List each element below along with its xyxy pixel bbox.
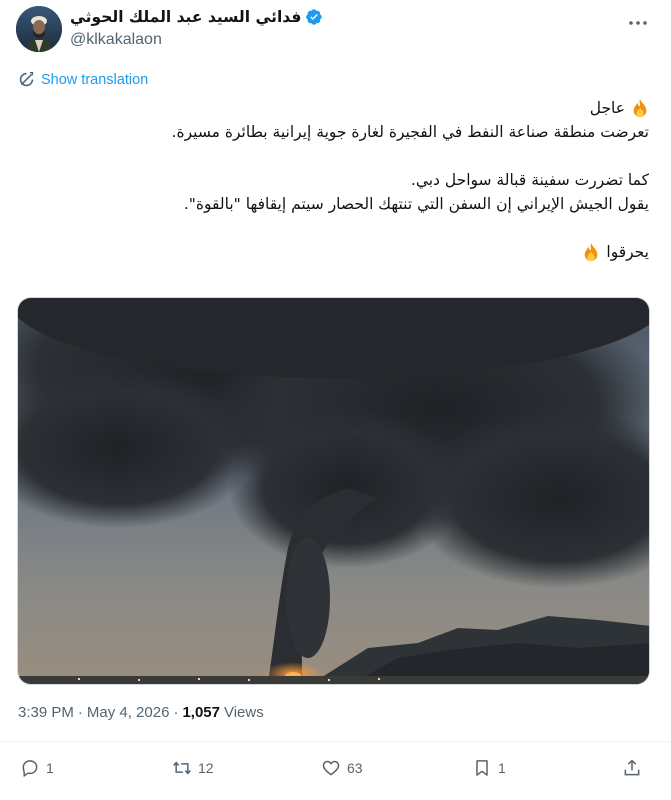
line-break [19, 216, 649, 240]
repost-button[interactable]: 12 [172, 758, 214, 778]
translate-icon [19, 72, 34, 87]
author-handle[interactable]: @klkakalaon [70, 31, 323, 49]
meta-separator: · [173, 704, 179, 721]
smoke-plume-photo [18, 298, 649, 684]
more-options-button[interactable] [627, 12, 649, 34]
show-translation-label: Show translation [41, 71, 149, 88]
repost-icon [173, 761, 191, 775]
views-label: Views [223, 704, 264, 721]
share-button[interactable] [622, 758, 642, 778]
meta-separator: · [77, 704, 83, 721]
tweet-line-burn: يحرقوا [19, 240, 649, 264]
tweet-line-3: كما تضررت سفينة قبالة سواحل دبي. [410, 171, 649, 189]
reply-icon [22, 760, 38, 777]
reply-button[interactable]: 1 [20, 758, 54, 778]
actions-divider [0, 741, 671, 742]
bookmark-button[interactable]: 1 [472, 758, 506, 778]
share-icon [624, 759, 640, 776]
views-count: 1,057 [182, 704, 220, 721]
tweet-line-4: يقول الجيش الإيراني إن السفن التي تنتهك … [183, 195, 649, 213]
bookmark-icon [476, 760, 488, 776]
fire-emoji-icon [585, 243, 598, 261]
reply-count: 1 [46, 760, 54, 776]
like-count: 63 [347, 760, 363, 776]
verified-badge-icon [306, 9, 323, 25]
display-name-row: فدائي السيد عبد الملك الحوثي [70, 6, 323, 28]
action-bar: 1 12 63 1 [0, 758, 671, 786]
tweet-text: عاجل تعرضت منطقة صناعة النفط في الفجيرة … [19, 96, 649, 264]
tweet-line-5: يحرقوا [606, 243, 649, 261]
author-block: فدائي السيد عبد الملك الحوثي @klkakalaon [70, 6, 323, 49]
tweet-meta: 3:39 PM · May 4, 2026 · 1,057 Views [18, 704, 264, 721]
tweet-date[interactable]: May 4, 2026 [87, 704, 170, 721]
tweet-line: تعرضت منطقة صناعة النفط في الفجيرة لغارة… [19, 120, 649, 144]
tweet-line: كما تضررت سفينة قبالة سواحل دبي. [19, 168, 649, 192]
heart-icon [322, 760, 340, 776]
tweet-card: فدائي السيد عبد الملك الحوثي @klkakalaon… [0, 0, 671, 800]
show-translation-link[interactable]: Show translation [18, 71, 148, 88]
author-avatar[interactable] [16, 6, 62, 52]
like-button[interactable]: 63 [321, 758, 363, 778]
tweet-line: يقول الجيش الإيراني إن السفن التي تنتهك … [19, 192, 649, 216]
tweet-time[interactable]: 3:39 PM [18, 704, 74, 721]
repost-count: 12 [198, 760, 214, 776]
fire-emoji-icon [633, 99, 647, 117]
author-display-name[interactable]: فدائي السيد عبد الملك الحوثي [70, 8, 301, 26]
line-break [19, 144, 649, 168]
bookmark-count: 1 [498, 760, 506, 776]
more-icon [629, 21, 647, 25]
tweet-line-2: تعرضت منطقة صناعة النفط في الفجيرة لغارة… [171, 123, 649, 141]
tweet-media-photo[interactable] [17, 297, 650, 685]
tweet-line-breaking: عاجل [19, 96, 649, 120]
tweet-line-1: عاجل [589, 99, 625, 117]
